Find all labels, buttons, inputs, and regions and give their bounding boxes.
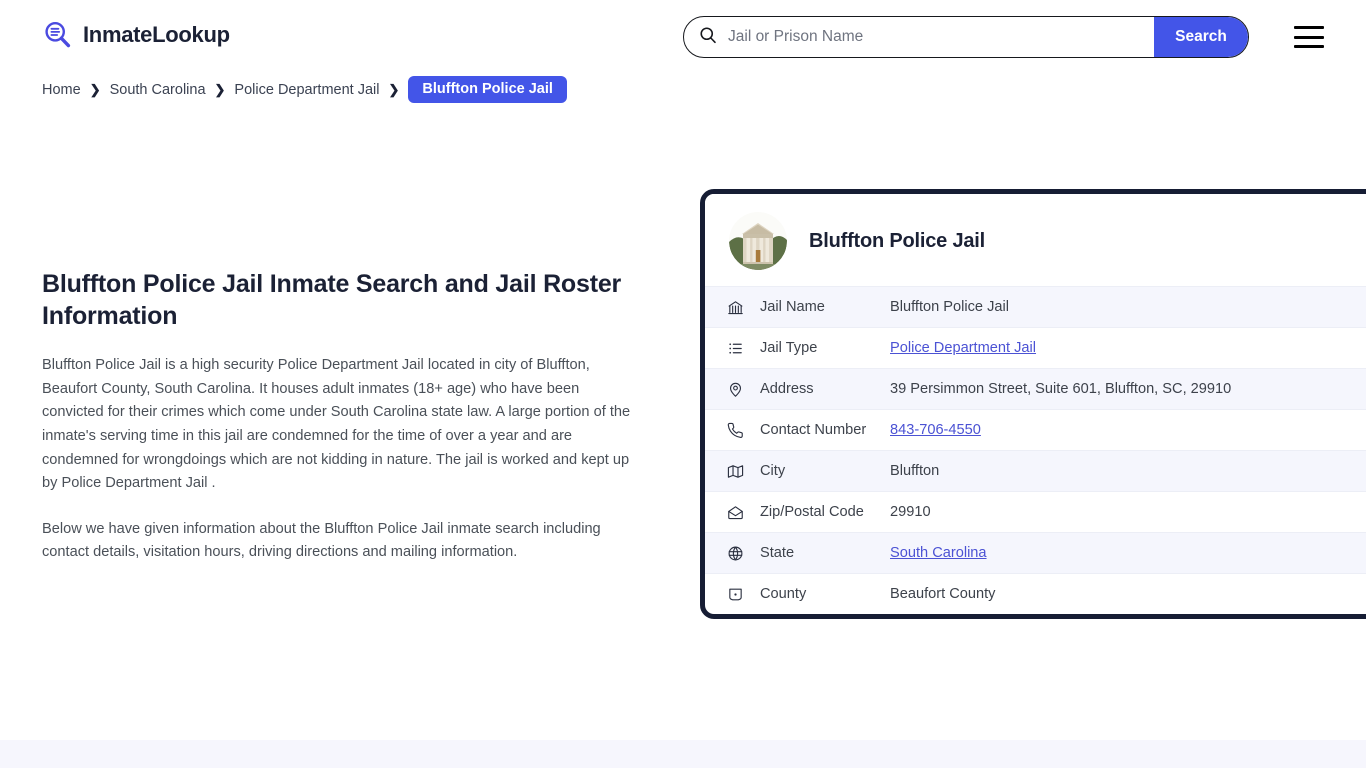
row-label: Address: [760, 381, 814, 397]
row-label: Jail Type: [760, 340, 818, 356]
row-value: Bluffton Police Jail: [890, 299, 1009, 315]
row-value: Beaufort County: [890, 586, 996, 602]
hamburger-bar: [1294, 26, 1324, 29]
row-label: State: [760, 545, 795, 561]
search-input[interactable]: [718, 17, 1154, 57]
map-pin-icon: [727, 381, 744, 398]
table-row: Jail Name Bluffton Police Jail: [705, 286, 1366, 327]
card-header: Bluffton Police Jail: [705, 194, 1366, 286]
row-label: City: [760, 463, 786, 479]
search-bar[interactable]: Search: [683, 16, 1249, 58]
chevron-right-icon: ❯: [388, 82, 400, 97]
courthouse-photo: [729, 212, 787, 270]
search-list-logo-icon: [42, 19, 74, 51]
list-icon: [727, 340, 744, 357]
table-row: Address 39 Persimmon Street, Suite 601, …: [705, 368, 1366, 409]
row-label: Contact Number: [760, 422, 867, 438]
row-label: Jail Name: [760, 299, 825, 315]
chevron-right-icon: ❯: [214, 82, 226, 97]
hamburger-menu-icon[interactable]: [1294, 26, 1324, 48]
row-value: Bluffton: [890, 463, 940, 479]
row-label: County: [760, 586, 807, 602]
table-row: Zip/Postal Code 29910: [705, 491, 1366, 532]
row-value: 39 Persimmon Street, Suite 601, Bluffton…: [890, 381, 1232, 397]
row-value-link[interactable]: Police Department Jail: [890, 340, 1036, 356]
table-row: Contact Number 843-706-4550: [705, 409, 1366, 450]
hamburger-bar: [1294, 45, 1324, 48]
article-column: Bluffton Police Jail Inmate Search and J…: [42, 268, 634, 565]
row-value: 29910: [890, 504, 931, 520]
envelope-open-icon: [727, 504, 744, 521]
table-row: Jail Type Police Department Jail: [705, 327, 1366, 368]
table-row: State South Carolina: [705, 532, 1366, 573]
footer-band: [0, 740, 1366, 768]
breadcrumb-item-state[interactable]: South Carolina: [110, 82, 206, 98]
landmark-icon: [727, 299, 744, 316]
site-header: InmateLookup Search: [0, 0, 1366, 74]
phone-icon: [727, 422, 744, 439]
globe-icon: [727, 545, 744, 562]
jail-info-card: Bluffton Police Jail Jail Name Bluffton …: [700, 189, 1366, 619]
breadcrumb-item-home[interactable]: Home: [42, 82, 81, 98]
card-title: Bluffton Police Jail: [809, 229, 986, 252]
breadcrumb-item-jail-type[interactable]: Police Department Jail: [234, 82, 379, 98]
intro-paragraph: Bluffton Police Jail is a high security …: [42, 357, 631, 492]
row-label: Zip/Postal Code: [760, 504, 864, 520]
breadcrumb-current: Bluffton Police Jail: [408, 76, 567, 103]
site-logo[interactable]: InmateLookup: [42, 19, 230, 51]
row-value-link[interactable]: South Carolina: [890, 545, 987, 561]
table-row: City Bluffton: [705, 450, 1366, 491]
chevron-right-icon: ❯: [89, 82, 101, 97]
breadcrumb: Home ❯ South Carolina ❯ Police Departmen…: [42, 76, 567, 103]
logo-text: InmateLookup: [83, 22, 230, 47]
search-icon: [684, 25, 718, 50]
page-title: Bluffton Police Jail Inmate Search and J…: [42, 270, 622, 330]
hamburger-bar: [1294, 35, 1324, 39]
row-value-link[interactable]: 843-706-4550: [890, 422, 981, 438]
shield-badge-icon: [727, 586, 744, 603]
secondary-paragraph: Below we have given information about th…: [42, 520, 601, 561]
table-row: County Beaufort County: [705, 573, 1366, 614]
search-button[interactable]: Search: [1154, 17, 1248, 57]
map-icon: [727, 463, 744, 480]
